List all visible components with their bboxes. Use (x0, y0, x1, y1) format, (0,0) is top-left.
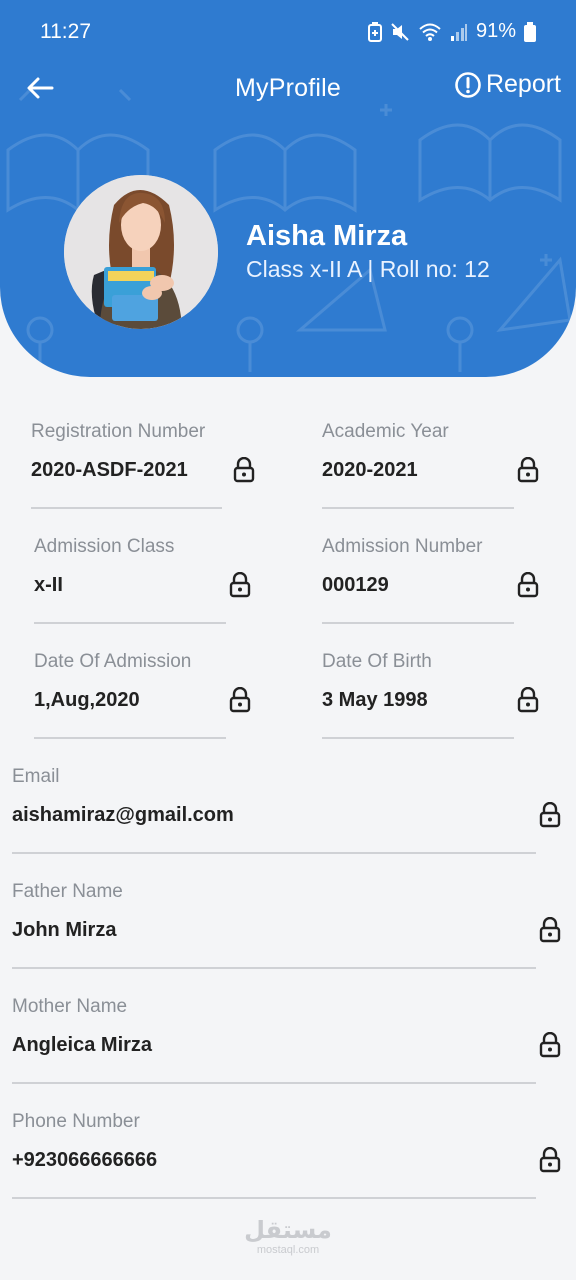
field-label: Email (12, 766, 60, 787)
watermark-arabic: مستقل (244, 1217, 332, 1244)
field-divider (12, 967, 536, 969)
lock-icon (539, 802, 561, 828)
lock-icon (539, 1147, 561, 1173)
field-value: 000129 (322, 574, 389, 596)
field-divider (12, 1197, 536, 1199)
field-value: 2020-2021 (322, 459, 418, 481)
report-label: Report (485, 70, 561, 98)
status-icons: 91% (367, 20, 536, 43)
field-divider (12, 1082, 536, 1084)
profile-header: 11:27 91% MyProfile Report Aisha Mirza C… (0, 0, 576, 377)
lock-icon (229, 572, 251, 598)
field-label: Admission Number (322, 536, 483, 557)
lock-icon (229, 687, 251, 713)
student-name: Aisha Mirza (246, 220, 408, 252)
status-time: 11:27 (40, 20, 91, 43)
field-value: 2020-ASDF-2021 (31, 459, 188, 481)
field-label: Date Of Admission (34, 651, 192, 672)
field-value: aishamiraz@gmail.com (12, 804, 234, 826)
field-label: Academic Year (322, 421, 449, 442)
watermark-latin: mostaql.com (256, 1244, 320, 1256)
lock-icon (539, 1032, 561, 1058)
alert-circle-icon (455, 71, 481, 98)
field-divider (322, 622, 514, 624)
avatar (64, 175, 218, 329)
field-value: 1,Aug,2020 (34, 689, 140, 711)
student-class-info: Class x-II A | Roll no: 12 (246, 256, 490, 282)
status-bar: 11:27 91% (0, 0, 576, 64)
lock-icon (233, 457, 255, 483)
lock-icon (539, 917, 561, 943)
field-divider (34, 737, 226, 739)
field-divider (34, 622, 226, 624)
field-value: 3 May 1998 (322, 689, 428, 711)
app-bar: MyProfile Report (0, 64, 576, 114)
field-divider (12, 852, 536, 854)
field-label: Admission Class (34, 536, 175, 557)
lock-icon (517, 457, 539, 483)
field-value: Angleica Mirza (12, 1034, 153, 1056)
report-button[interactable]: Report (454, 70, 561, 99)
field-value: x-II (34, 574, 63, 596)
field-label: Father Name (12, 881, 123, 902)
field-divider (322, 507, 514, 509)
field-value: +923066666666 (12, 1149, 158, 1171)
field-label: Registration Number (31, 421, 206, 442)
field-label: Mother Name (12, 996, 128, 1017)
field-label: Date Of Birth (322, 651, 432, 672)
field-value: John Mirza (12, 919, 117, 941)
field-divider (322, 737, 514, 739)
battery-saver-icon (367, 21, 382, 42)
wifi-icon (419, 23, 441, 41)
lock-icon (517, 572, 539, 598)
battery-icon (524, 21, 536, 42)
signal-icon (450, 23, 467, 41)
mute-icon (391, 22, 409, 41)
field-divider (31, 507, 222, 509)
field-label: Phone Number (12, 1111, 140, 1132)
watermark: مستقل mostaql.com (0, 1217, 576, 1257)
battery-percent: 91% (475, 20, 516, 42)
student-photo (64, 175, 218, 329)
lock-icon (517, 687, 539, 713)
